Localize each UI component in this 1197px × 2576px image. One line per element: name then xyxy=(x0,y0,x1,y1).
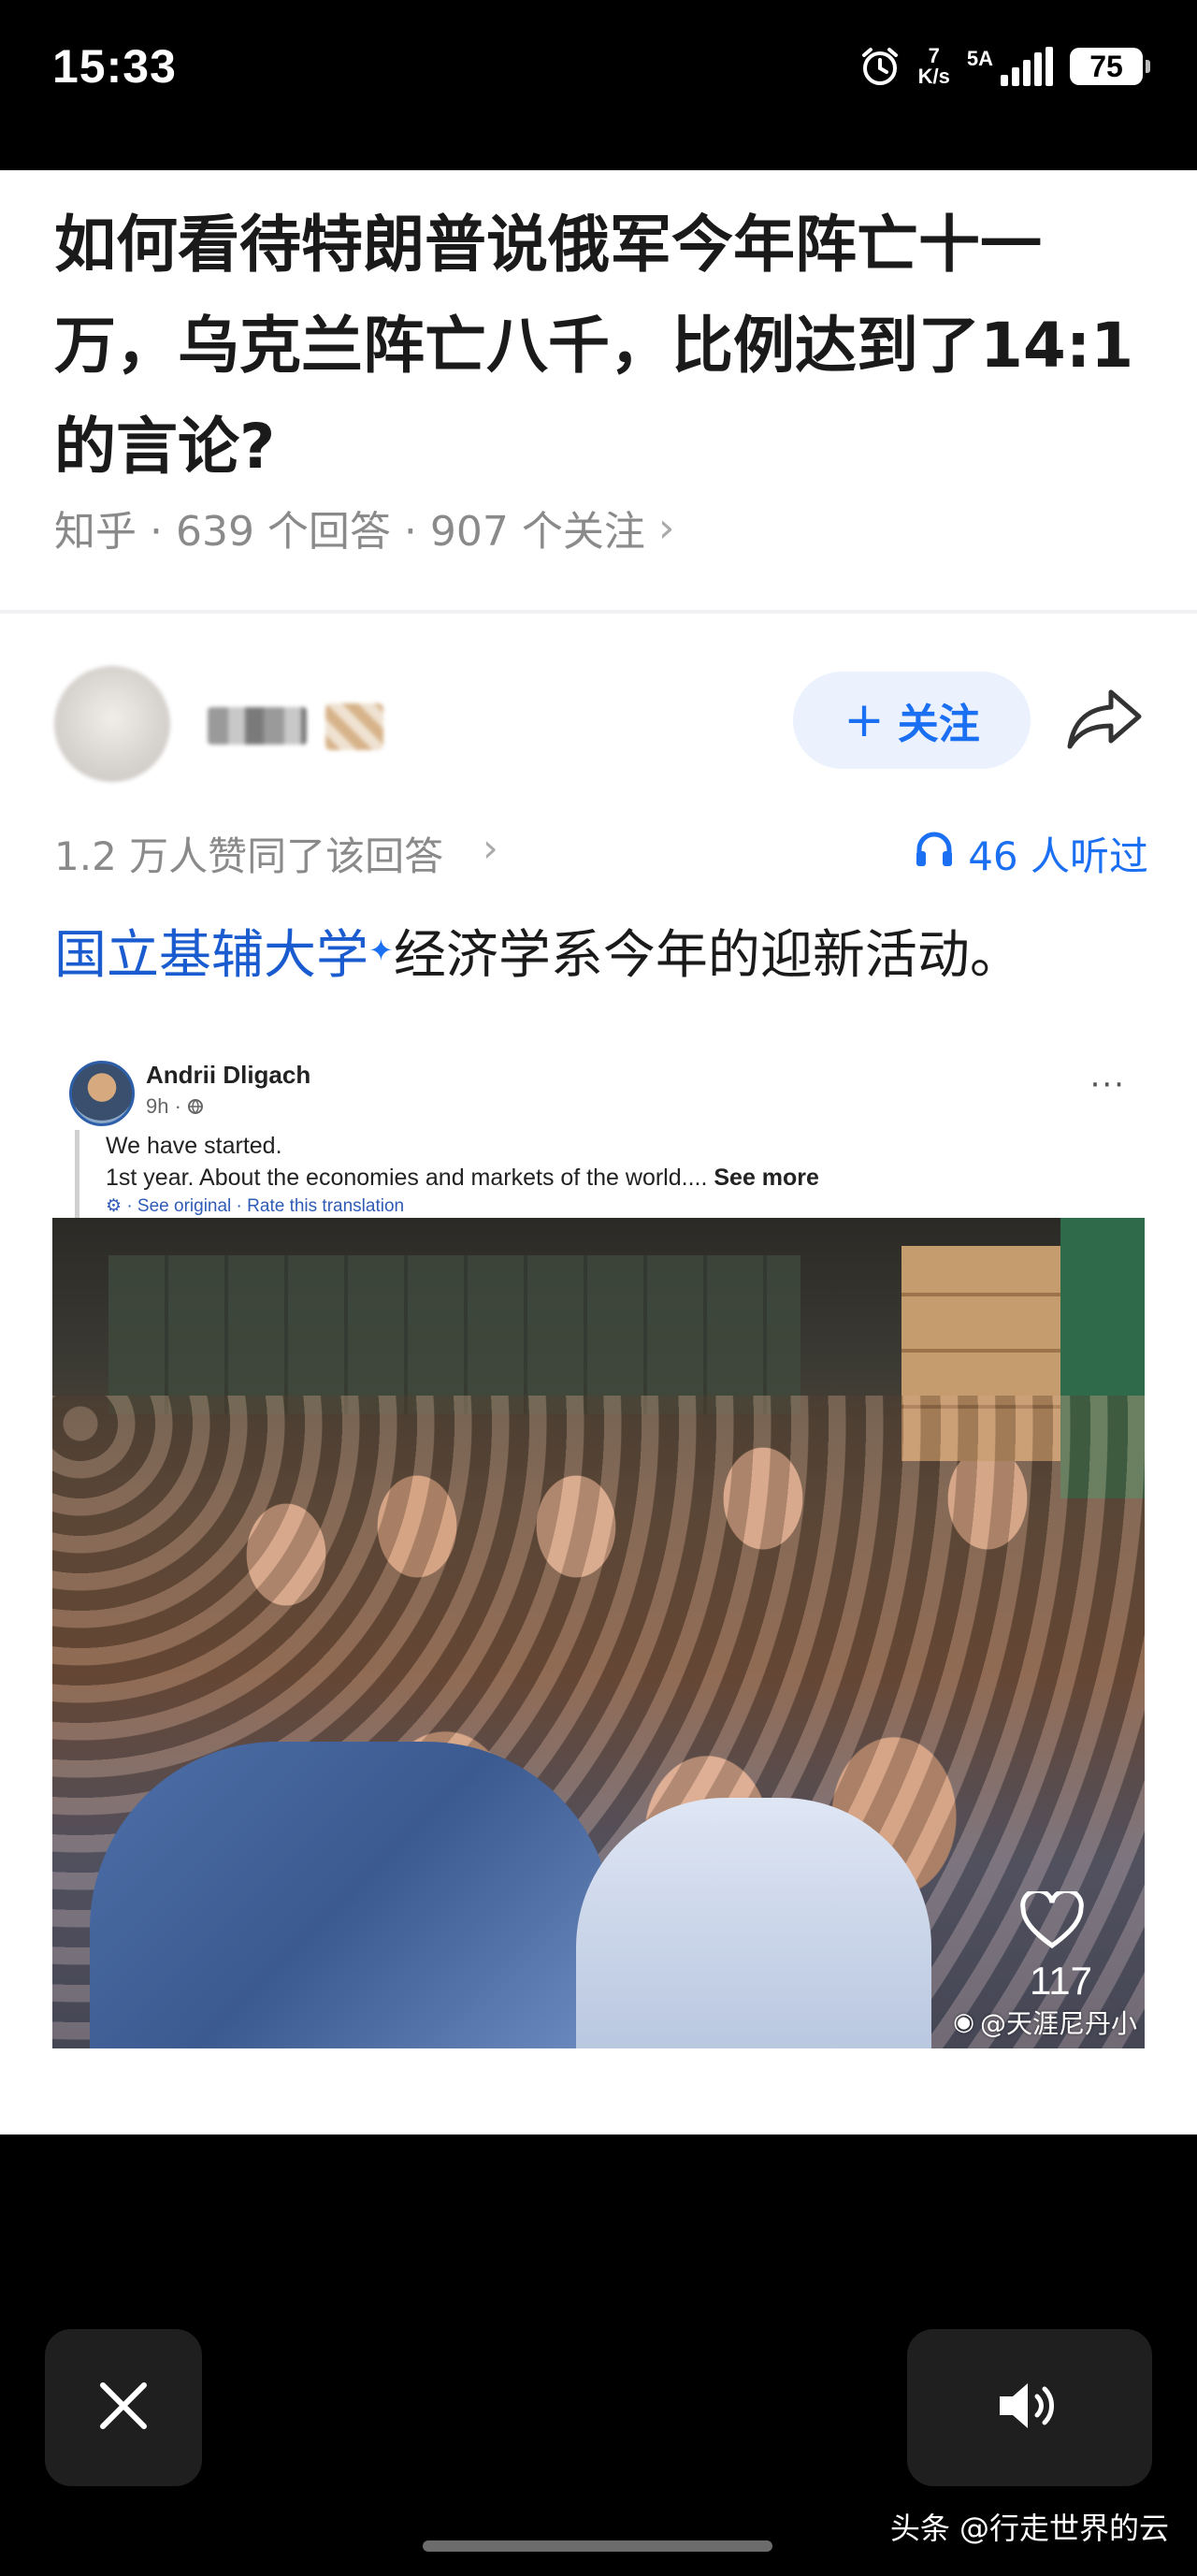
listen-count-button[interactable]: 46 人听过 xyxy=(914,825,1148,882)
fb-post-time-text: 9h · xyxy=(146,1094,188,1118)
follow-button[interactable]: + 关注 xyxy=(793,672,1031,769)
status-time: 15:33 xyxy=(52,40,177,93)
group-selfie-photo: 117 ◉ @天涯尼丹小 xyxy=(52,1218,1145,2048)
photo-woman-shirt xyxy=(576,1798,931,2048)
question-meta-text: 知乎 · 639 个回答 · 907 个关注 xyxy=(54,508,645,556)
status-bar: 15:33 7 K/s 5A 75 xyxy=(0,0,1197,170)
fb-post-line2-text: 1st year. About the economies and market… xyxy=(106,1165,714,1191)
fb-see-more: See more xyxy=(714,1165,819,1191)
chevron-right-icon: › xyxy=(657,503,675,552)
status-icons: 7 K/s 5A 75 xyxy=(858,45,1150,88)
toutiao-watermark: 头条 @行走世界的云 xyxy=(889,2511,1169,2546)
answer-text: 国立基辅大学✦经济学系今年的迎新活动。 xyxy=(54,919,1022,993)
sparkle-icon: ✦ xyxy=(368,933,394,968)
author-name-blurred[interactable] xyxy=(208,707,307,745)
listen-count: 46 人听过 xyxy=(968,833,1148,879)
alarm-icon xyxy=(858,45,901,88)
weibo-icon: ◉ xyxy=(953,2008,974,2036)
home-indicator[interactable] xyxy=(423,2540,772,2552)
answer-body: 经济学系今年的迎新活动。 xyxy=(393,925,1022,986)
fb-post-line2: 1st year. About the economies and market… xyxy=(106,1162,819,1194)
sound-button[interactable] xyxy=(907,2329,1152,2486)
network-speed-unit: K/s xyxy=(917,65,950,88)
fb-author-name: Andrii Dligach xyxy=(146,1061,311,1089)
chevron-right-icon: › xyxy=(483,825,498,871)
author-row: + 关注 xyxy=(54,666,1148,806)
answer-link[interactable]: 国立基辅大学 xyxy=(54,925,368,986)
network-speed-value: 7 xyxy=(928,44,940,67)
fb-post-text: We have started. 1st year. About the eco… xyxy=(75,1130,819,1220)
answer-stats-row: 1.2 万人赞同了该回答 › 46 人听过 xyxy=(54,825,1148,881)
heart-icon xyxy=(1019,1888,1085,1955)
photo-man-jacket xyxy=(90,1742,613,2048)
close-button[interactable] xyxy=(45,2329,202,2486)
close-icon xyxy=(97,2380,150,2436)
question-title[interactable]: 如何看待特朗普说俄军今年阵亡十一万，乌克兰阵亡八千，比例达到了14:1的言论? xyxy=(54,195,1158,498)
fb-author-avatar xyxy=(69,1061,135,1126)
author-badge-blurred xyxy=(325,703,383,750)
answer-page: 如何看待特朗普说俄军今年阵亡十一万，乌克兰阵亡八千，比例达到了14:1的言论? … xyxy=(0,170,1197,2135)
fb-post-line1: We have started. xyxy=(106,1133,282,1159)
photo-background-wall xyxy=(108,1255,800,1414)
weibo-watermark: ◉ @天涯尼丹小 xyxy=(953,2004,1137,2041)
plus-icon: + xyxy=(844,692,885,748)
fb-translate-links: ⚙ · See original · Rate this translation xyxy=(106,1194,819,1220)
signal-label: 5A xyxy=(966,47,993,70)
battery-icon: 75 xyxy=(1070,48,1150,85)
fb-more-icon: ··· xyxy=(1089,1066,1126,1104)
upvote-count[interactable]: 1.2 万人赞同了该回答 xyxy=(54,825,443,882)
author-avatar[interactable] xyxy=(54,666,170,782)
speaker-icon xyxy=(996,2380,1063,2436)
embedded-post-image[interactable]: Andrii Dligach 9h · ··· We have started.… xyxy=(52,1061,1145,2078)
weibo-watermark-text: @天涯尼丹小 xyxy=(979,2008,1137,2039)
globe-icon xyxy=(187,1094,204,1118)
follow-label: 关注 xyxy=(897,701,980,748)
gear-icon: ⚙ xyxy=(106,1196,123,1216)
signal-icon: 5A xyxy=(967,47,1053,86)
fb-post-time: 9h · xyxy=(146,1094,204,1119)
section-divider xyxy=(0,610,1197,614)
share-icon[interactable] xyxy=(1066,687,1145,756)
headphones-icon xyxy=(914,829,955,879)
like-count: 117 xyxy=(1030,1959,1092,2003)
network-speed: 7 K/s xyxy=(918,46,950,87)
question-meta[interactable]: 知乎 · 639 个回答 · 907 个关注 › xyxy=(54,498,674,557)
fb-translate-text: · See original · Rate this translation xyxy=(126,1196,405,1216)
